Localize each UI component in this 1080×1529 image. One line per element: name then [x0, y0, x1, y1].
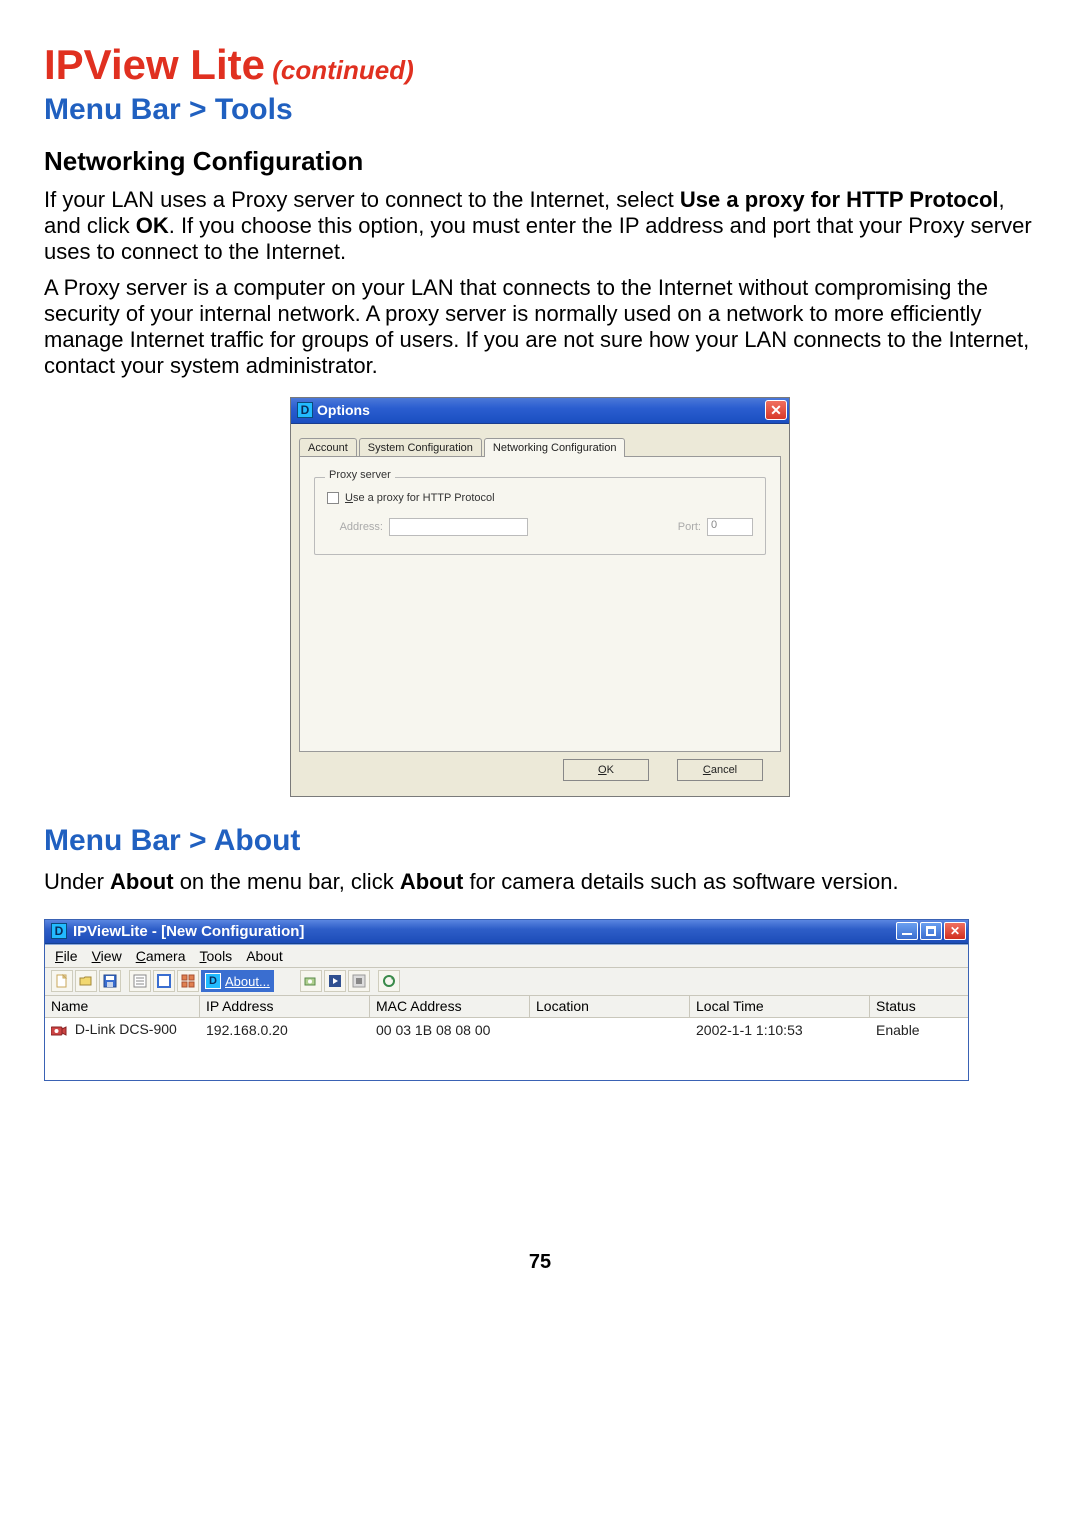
maximize-button[interactable]: [920, 922, 942, 940]
cell-mac: 00 03 1B 08 08 00: [370, 1022, 530, 1038]
options-dialog: D Options ✕ Account System Configuration…: [290, 397, 790, 797]
app-icon: D: [297, 402, 313, 418]
paragraph-proxy-explanation: A Proxy server is a computer on your LAN…: [44, 275, 1036, 379]
menu-camera[interactable]: Camera: [136, 948, 186, 964]
minimize-icon: [902, 933, 912, 935]
table-row[interactable]: D-Link DCS-900 192.168.0.20 00 03 1B 08 …: [45, 1018, 968, 1042]
open-icon[interactable]: [75, 970, 97, 992]
toolbar: D About...: [45, 968, 968, 996]
title-continued: (continued): [265, 55, 414, 85]
menu-about[interactable]: About: [246, 948, 283, 964]
col-mac-address[interactable]: MAC Address: [370, 996, 530, 1017]
col-location[interactable]: Location: [530, 996, 690, 1017]
dialog-title: Options: [317, 402, 765, 418]
refresh-icon[interactable]: [378, 970, 400, 992]
close-icon: ✕: [770, 402, 782, 419]
subsection-networking-configuration: Networking Configuration: [44, 146, 1036, 177]
maximize-icon: [926, 926, 936, 936]
cell-ip: 192.168.0.20: [200, 1022, 370, 1038]
menu-tools[interactable]: Tools: [200, 948, 233, 964]
camera-add-icon[interactable]: [300, 970, 322, 992]
about-menu-item[interactable]: D About...: [201, 970, 274, 992]
quad-view-icon[interactable]: [177, 970, 199, 992]
single-view-icon[interactable]: [153, 970, 175, 992]
col-local-time[interactable]: Local Time: [690, 996, 870, 1017]
cell-time: 2002-1-1 1:10:53: [690, 1022, 870, 1038]
page-app-title: IPView Lite (continued): [44, 44, 1036, 86]
close-button[interactable]: ✕: [944, 922, 966, 940]
menubar: File View Camera Tools About: [45, 944, 968, 968]
tab-panel: Proxy server Use a proxy for HTTP Protoc…: [299, 456, 781, 752]
tab-system-configuration[interactable]: System Configuration: [359, 438, 482, 457]
section-menu-bar-about: Menu Bar > About: [44, 823, 1036, 859]
window-title: IPViewLite - [New Configuration]: [73, 923, 896, 940]
tab-row: Account System Configuration Networking …: [299, 432, 781, 456]
col-name[interactable]: Name: [45, 996, 200, 1017]
menu-file[interactable]: File: [55, 948, 78, 964]
proxy-server-group: Proxy server Use a proxy for HTTP Protoc…: [314, 477, 766, 555]
port-input[interactable]: 0: [707, 518, 753, 536]
column-header-row: Name IP Address MAC Address Location Loc…: [45, 996, 968, 1018]
camera-icon: [51, 1024, 67, 1038]
paragraph-about-instruction: Under About on the menu bar, click About…: [44, 869, 1036, 895]
stop-icon[interactable]: [348, 970, 370, 992]
use-proxy-label: Use a proxy for HTTP Protocol: [345, 492, 495, 504]
address-label: Address:: [327, 521, 383, 533]
ok-button[interactable]: OK: [563, 759, 649, 781]
close-button[interactable]: ✕: [765, 400, 787, 420]
about-icon: D: [205, 973, 221, 989]
col-ip-address[interactable]: IP Address: [200, 996, 370, 1017]
cell-name: D-Link DCS-900: [75, 1021, 177, 1037]
window-titlebar[interactable]: D IPViewLite - [New Configuration] ✕: [45, 920, 968, 944]
section-menu-bar-tools: Menu Bar > Tools: [44, 92, 1036, 128]
cell-status: Enable: [870, 1022, 956, 1038]
close-icon: ✕: [950, 924, 960, 938]
title-main: IPView Lite: [44, 41, 265, 88]
group-title: Proxy server: [325, 469, 395, 481]
page-number: 75: [44, 1251, 1036, 1274]
menu-view[interactable]: View: [92, 948, 122, 964]
ipviewlite-window: D IPViewLite - [New Configuration] ✕ Fil…: [44, 919, 969, 1081]
new-icon[interactable]: [51, 970, 73, 992]
tab-account[interactable]: Account: [299, 438, 357, 457]
use-proxy-checkbox[interactable]: [327, 492, 339, 504]
save-icon[interactable]: [99, 970, 121, 992]
port-label: Port:: [678, 521, 701, 533]
tab-networking-configuration[interactable]: Networking Configuration: [484, 438, 626, 457]
play-icon[interactable]: [324, 970, 346, 992]
paragraph-proxy-instruction: If your LAN uses a Proxy server to conne…: [44, 187, 1036, 265]
address-input[interactable]: [389, 518, 528, 536]
minimize-button[interactable]: [896, 922, 918, 940]
cancel-button[interactable]: Cancel: [677, 759, 763, 781]
dialog-titlebar[interactable]: D Options ✕: [291, 398, 789, 424]
app-icon: D: [51, 923, 67, 939]
col-status[interactable]: Status: [870, 996, 956, 1017]
list-icon[interactable]: [129, 970, 151, 992]
table-body: D-Link DCS-900 192.168.0.20 00 03 1B 08 …: [45, 1018, 968, 1080]
about-menu-label: About...: [225, 974, 270, 989]
